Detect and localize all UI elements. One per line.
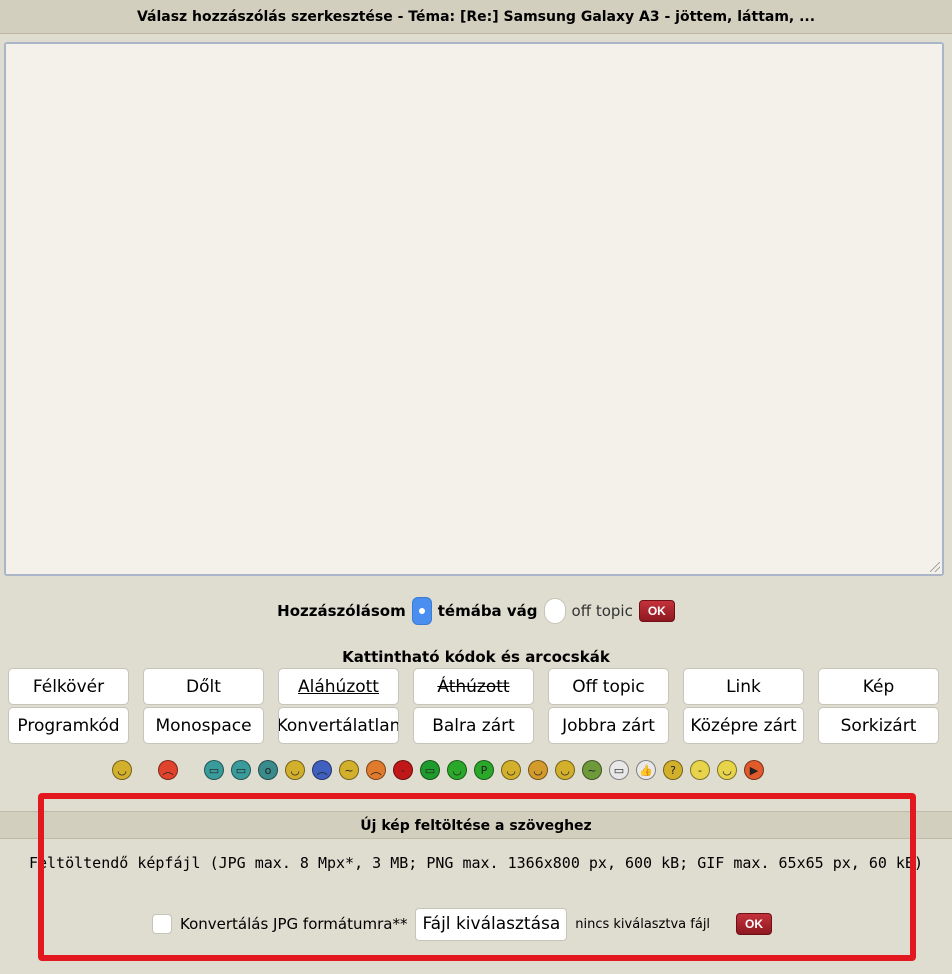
format-code-buttons: Félkövér Dőlt Aláhúzott Áthúzott Off top… xyxy=(8,668,943,744)
upload-controls: Konvertálás JPG formátumra** Fájl kivála… xyxy=(152,907,773,941)
convert-jpg-label[interactable]: Konvertálás JPG formátumra** xyxy=(180,915,407,933)
justify-button[interactable]: Sorkizárt xyxy=(818,707,939,744)
codes-title: Kattintható kódok és arcocskák xyxy=(342,648,610,666)
align-center-button[interactable]: Középre zárt xyxy=(683,707,804,744)
upload-info: Feltöltendő képfájl (JPG max. 8 Mpx*, 3 … xyxy=(28,854,924,872)
sad-blue-icon[interactable]: ︵ xyxy=(312,760,332,780)
off-topic-button[interactable]: Off topic xyxy=(548,668,669,705)
post-type-ok-button[interactable]: OK xyxy=(638,600,675,622)
raw-button[interactable]: Konvertálatlan xyxy=(278,707,399,744)
upload-title: Új kép feltöltése a szöveghez xyxy=(0,811,952,839)
mad-icon[interactable]: ︵ xyxy=(366,760,386,780)
smiley-bar: ◡ ︵ ▭ ▭ o ◡ ︵ ~ ︵ - ▭ ◡ P ◡ ◡ ◡ ~ ▭ 👍? - ◡ ▶ xyxy=(112,754,852,786)
align-right-button[interactable]: Jobbra zárt xyxy=(548,707,669,744)
on-topic-radio[interactable] xyxy=(411,597,432,625)
reply-textarea[interactable] xyxy=(6,44,942,574)
on-topic-label[interactable]: témába vág xyxy=(438,602,538,620)
angry-icon[interactable]: ︵ xyxy=(158,760,178,780)
post-type-label: Hozzászólásom xyxy=(277,602,406,620)
big-grin-icon[interactable]: ▭ xyxy=(609,760,629,780)
no-file-label: nincs kiválasztva fájl xyxy=(575,916,711,932)
reply-editor[interactable] xyxy=(4,42,944,576)
link-button[interactable]: Link xyxy=(683,668,804,705)
green-grin-icon[interactable]: ◡ xyxy=(447,760,467,780)
neutral-icon[interactable]: - xyxy=(690,760,710,780)
off-topic-label[interactable]: off topic xyxy=(572,602,633,620)
green-monster-icon[interactable]: ▭ xyxy=(420,760,440,780)
align-left-button[interactable]: Balra zárt xyxy=(413,707,534,744)
image-button[interactable]: Kép xyxy=(818,668,939,705)
laugh-icon[interactable]: ▭ xyxy=(231,760,251,780)
happy-icon[interactable]: ◡ xyxy=(285,760,305,780)
choose-file-button[interactable]: Fájl kiválasztása xyxy=(415,907,568,941)
green-tongue-icon[interactable]: P xyxy=(474,760,494,780)
strikethrough-button[interactable]: Áthúzott xyxy=(413,668,534,705)
monospace-button[interactable]: Monospace xyxy=(143,707,264,744)
wink-icon[interactable]: ◡ xyxy=(501,760,521,780)
grin-icon[interactable]: ◡ xyxy=(555,760,575,780)
upload-ok-button[interactable]: OK xyxy=(736,913,773,935)
bold-button[interactable]: Félkövér xyxy=(8,668,129,705)
underline-button[interactable]: Aláhúzott xyxy=(278,668,399,705)
smile-icon[interactable]: ◡ xyxy=(112,760,132,780)
sick-green-icon[interactable]: ~ xyxy=(582,760,602,780)
thumbs-up-icon[interactable]: 👍 xyxy=(636,760,656,780)
worried-icon[interactable]: ~ xyxy=(339,760,359,780)
waving-icon[interactable]: ◡ xyxy=(717,760,737,780)
grin-teeth-icon[interactable]: ▭ xyxy=(204,760,224,780)
resize-handle[interactable] xyxy=(930,562,940,572)
blush-icon[interactable]: ◡ xyxy=(528,760,548,780)
post-type-selector: Hozzászólásom témába vág off topic OK xyxy=(0,596,952,626)
page-title: Válasz hozzászólás szerkesztése - Téma: … xyxy=(0,0,952,34)
confused-icon[interactable]: ? xyxy=(663,760,683,780)
shock-icon[interactable]: o xyxy=(258,760,278,780)
italic-button[interactable]: Dőlt xyxy=(143,668,264,705)
convert-jpg-checkbox[interactable] xyxy=(152,914,172,934)
off-topic-radio[interactable] xyxy=(543,598,566,624)
code-button[interactable]: Programkód xyxy=(8,707,129,744)
red-face-icon[interactable]: - xyxy=(393,760,413,780)
flag-icon[interactable]: ▶ xyxy=(744,760,764,780)
